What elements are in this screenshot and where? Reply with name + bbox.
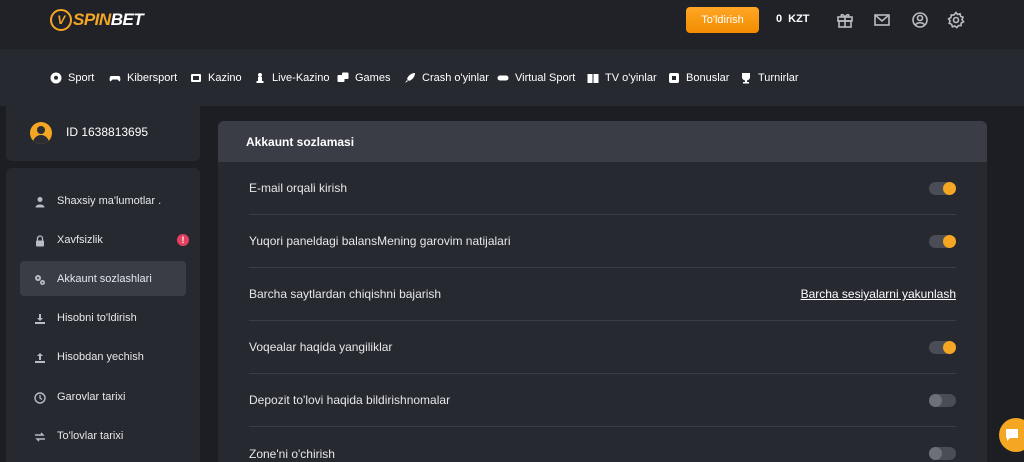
balance-amount: 0 [776, 13, 783, 25]
email-login-toggle[interactable] [929, 181, 956, 195]
toggle-knob [929, 393, 942, 407]
setting-row-deposit-notifications: Depozit to'lovi haqida bildirishnomalar [249, 374, 956, 427]
setting-label: Zone'ni o'chirish [249, 446, 335, 461]
nav-item-crash[interactable]: Crash o'yinlar [404, 70, 489, 86]
deposit-notifications-toggle[interactable] [929, 393, 956, 407]
toggle-knob [929, 447, 942, 460]
sidebar-item-deposit[interactable]: Hisobni to'ldirish [20, 300, 186, 335]
nav-item-kibersport[interactable]: Kibersport [109, 70, 177, 86]
profile-id: ID 1638813695 [66, 125, 149, 139]
top-panel-balance-toggle[interactable] [929, 234, 956, 248]
gamepad-icon [109, 72, 121, 84]
nav-item-games[interactable]: Games [337, 70, 390, 86]
balance-currency: KZT [788, 13, 810, 25]
nav-item-bonuslar[interactable]: Bonuslar [668, 70, 729, 86]
avatar [30, 122, 52, 144]
top-header: V SPINBET To'ldirish 0 KZT [0, 0, 1024, 49]
support-chat-button[interactable] [999, 418, 1024, 452]
brand-logo-text: SPINBET [73, 10, 144, 29]
setting-label: Barcha saytlardan chiqishni bajarish [249, 287, 442, 301]
balance-display[interactable]: 0 KZT [776, 13, 810, 25]
setting-row-logout-all: Barcha saytlardan chiqishni bajarish Bar… [249, 268, 956, 321]
vr-icon [497, 72, 509, 84]
settings-icon [34, 273, 46, 285]
setting-row-email-login: E-mail orqali kirish [249, 162, 956, 215]
event-news-toggle[interactable] [929, 340, 956, 354]
tv-icon [587, 72, 599, 84]
chess-piece-icon [254, 72, 266, 84]
setting-row-event-news: Voqealar haqida yangiliklar [249, 321, 956, 374]
setting-label: Yuqori paneldagi balansMening garovim na… [249, 234, 511, 248]
setting-label: Voqealar haqida yangiliklar [249, 340, 393, 354]
mail-icon[interactable] [873, 11, 891, 29]
user-icon[interactable] [911, 11, 929, 29]
setting-row-disable-zone: Zone'ni o'chirish [249, 427, 956, 462]
profile-card: ID 1638813695 [6, 106, 200, 161]
sidebar-item-bet-history[interactable]: Garovlar tarixi [20, 379, 186, 414]
nav-item-live-kazino[interactable]: Live-Kazino [254, 70, 329, 86]
tournament-icon [740, 72, 752, 84]
deposit-button[interactable]: To'ldirish [686, 7, 759, 33]
nav-item-turnirlar[interactable]: Turnirlar [740, 70, 799, 86]
gift-icon[interactable] [836, 11, 854, 29]
account-settings-panel: Akkaunt sozlamasi E-mail orqali kirish Y… [218, 121, 987, 462]
soccer-ball-icon [50, 72, 62, 84]
chat-icon [1006, 429, 1018, 441]
nav-item-tv[interactable]: TV o'yinlar [587, 70, 657, 86]
nav-item-sport[interactable]: Sport [50, 70, 94, 86]
nav-item-virtual-sport[interactable]: Virtual Sport [497, 70, 575, 86]
disable-zone-toggle[interactable] [929, 447, 956, 460]
gear-icon[interactable] [947, 11, 965, 29]
security-alert-badge: ! [177, 233, 189, 246]
transfer-icon [34, 430, 46, 442]
dice-icon [337, 72, 349, 84]
sidebar-item-payment-history[interactable]: To'lovlar tarixi [20, 418, 186, 453]
brand-logo[interactable]: V SPINBET [50, 7, 144, 33]
download-icon [34, 312, 46, 324]
sidebar-item-personal-info[interactable]: Shaxsiy ma'lumotlar . [20, 183, 186, 218]
toggle-knob [943, 181, 956, 195]
upload-icon [34, 351, 46, 363]
sidebar-item-account-settings[interactable]: Akkaunt sozlashlari [20, 261, 186, 296]
toggle-knob [943, 234, 956, 248]
lock-icon [34, 234, 46, 246]
user-icon [34, 195, 46, 207]
main-nav: Sport Kibersport Kazino Live-Kazino Game… [0, 49, 1024, 106]
bonus-icon [668, 72, 680, 84]
toggle-knob [943, 340, 956, 354]
setting-label: E-mail orqali kirish [249, 181, 348, 195]
sidebar-item-withdraw[interactable]: Hisobdan yechish [20, 339, 186, 374]
sidebar-menu: Shaxsiy ma'lumotlar . Xavfsizlik ! Akkau… [6, 168, 200, 462]
setting-row-top-panel-balance: Yuqori paneldagi balansMening garovim na… [249, 215, 956, 268]
panel-title: Akkaunt sozlamasi [218, 121, 987, 162]
sidebar-item-security[interactable]: Xavfsizlik ! [20, 222, 189, 257]
end-all-sessions-link[interactable]: Barcha sesiyalarni yakunlash [801, 287, 956, 301]
rocket-icon [404, 72, 416, 84]
casino-icon [190, 72, 202, 84]
setting-label: Depozit to'lovi haqida bildirishnomalar [249, 393, 451, 407]
nav-item-kazino[interactable]: Kazino [190, 70, 242, 86]
brand-logo-mark: V [50, 9, 72, 31]
clock-icon [34, 391, 46, 404]
